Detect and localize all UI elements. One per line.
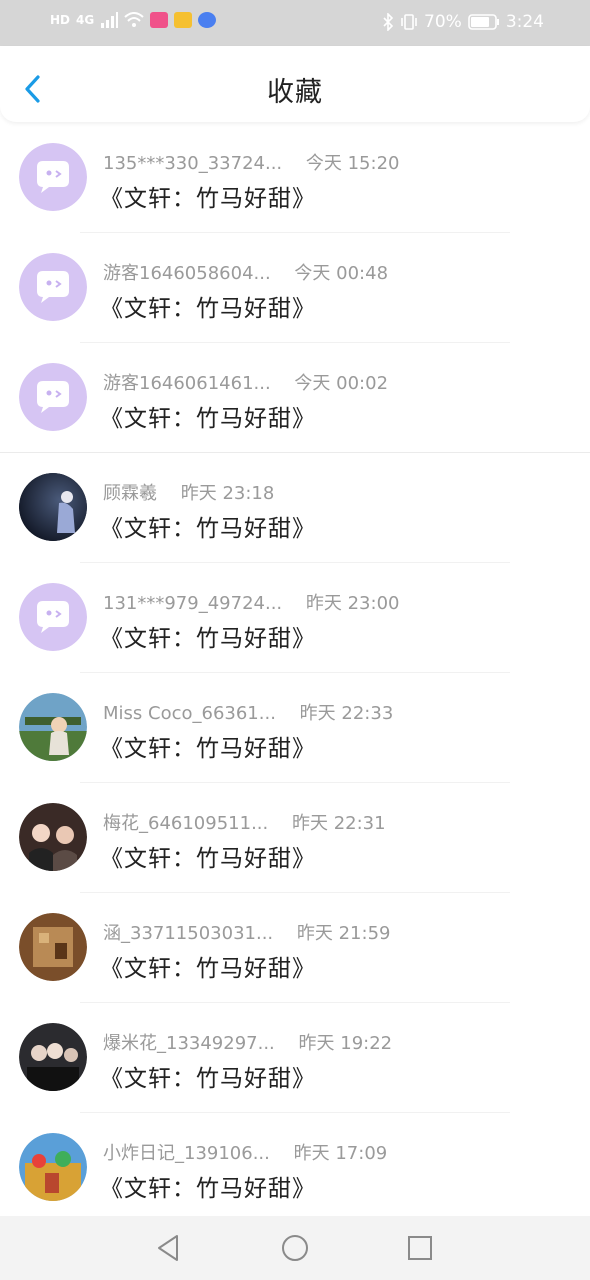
list-item[interactable]: 131***979_49724... 昨天 23:00 《文轩：竹马好甜》 [0, 563, 590, 673]
status-bar: HD 4G 70% 3:24 [0, 0, 590, 46]
work-title: 《文轩：竹马好甜》 [100, 186, 316, 212]
timestamp: 昨天 22:31 [291, 813, 386, 834]
work-title: 《文轩：竹马好甜》 [100, 846, 316, 872]
header: 收藏 [0, 46, 590, 122]
hd-indicator: HD [50, 13, 71, 27]
item-meta: 爆米花_13349297... 昨天 19:22 [103, 1029, 392, 1055]
item-meta: 涵_33711503031... 昨天 21:59 [103, 919, 390, 945]
timestamp: 今天 00:48 [294, 263, 389, 284]
list-item[interactable]: 135***330_33724... 今天 15:20 《文轩：竹马好甜》 [0, 123, 590, 233]
network-type: 4G [76, 13, 95, 27]
list-item[interactable]: 爆米花_13349297... 昨天 19:22 《文轩：竹马好甜》 [0, 1003, 590, 1113]
username: 游客1646058604... [103, 263, 271, 284]
bluetooth-icon [383, 13, 394, 31]
username: Miss Coco_66361... [103, 703, 276, 724]
signal-icon [101, 12, 119, 28]
timestamp: 昨天 23:00 [305, 593, 400, 614]
avatar[interactable] [19, 1023, 87, 1091]
timestamp: 今天 15:20 [305, 153, 400, 174]
item-meta: 135***330_33724... 今天 15:20 [103, 149, 399, 175]
page-title: 收藏 [267, 77, 323, 108]
vibrate-icon [401, 14, 417, 30]
username: 游客1646061461... [103, 373, 271, 394]
timestamp: 昨天 19:22 [298, 1033, 393, 1054]
username: 涵_33711503031... [103, 923, 274, 944]
item-meta: 小炸日记_139106... 昨天 17:09 [103, 1139, 387, 1165]
music-icon [198, 12, 217, 28]
username: 135***330_33724... [103, 153, 283, 174]
work-title: 《文轩：竹马好甜》 [100, 736, 316, 762]
avatar[interactable] [19, 913, 87, 981]
battery-percent: 70% [424, 12, 462, 32]
item-meta: 游客1646061461... 今天 00:02 [103, 369, 388, 395]
username: 顾霖羲 [103, 483, 157, 504]
app-notification-icon [174, 12, 193, 28]
circle-home-icon[interactable] [279, 1232, 311, 1264]
list-item[interactable]: Miss Coco_66361... 昨天 22:33 《文轩：竹马好甜》 [0, 673, 590, 783]
work-title: 《文轩：竹马好甜》 [100, 296, 316, 322]
app-notification-icon [150, 12, 169, 28]
avatar[interactable] [19, 583, 87, 651]
timestamp: 昨天 17:09 [293, 1143, 388, 1164]
timestamp: 今天 00:02 [294, 373, 389, 394]
list-item[interactable]: 顾霖羲 昨天 23:18 《文轩：竹马好甜》 [0, 453, 590, 563]
avatar[interactable] [19, 803, 87, 871]
list-item[interactable]: 涵_33711503031... 昨天 21:59 《文轩：竹马好甜》 [0, 893, 590, 1003]
clock: 3:24 [505, 12, 544, 32]
timestamp: 昨天 23:18 [180, 483, 275, 504]
username: 小炸日记_139106... [103, 1143, 270, 1164]
item-meta: 游客1646058604... 今天 00:48 [103, 259, 388, 285]
username: 131***979_49724... [103, 593, 283, 614]
square-recents-icon[interactable] [404, 1232, 436, 1264]
battery-icon [468, 14, 499, 30]
work-title: 《文轩：竹马好甜》 [100, 1066, 316, 1092]
avatar[interactable] [19, 693, 87, 761]
avatar[interactable] [19, 363, 87, 431]
work-title: 《文轩：竹马好甜》 [100, 956, 316, 982]
avatar[interactable] [19, 473, 87, 541]
timestamp: 昨天 22:33 [299, 703, 394, 724]
work-title: 《文轩：竹马好甜》 [100, 516, 316, 542]
list-item[interactable]: 游客1646058604... 今天 00:48 《文轩：竹马好甜》 [0, 233, 590, 343]
item-meta: Miss Coco_66361... 昨天 22:33 [103, 699, 393, 725]
work-title: 《文轩：竹马好甜》 [100, 1176, 316, 1202]
avatar[interactable] [19, 253, 87, 321]
status-left: HD 4G [50, 12, 217, 28]
work-title: 《文轩：竹马好甜》 [100, 406, 316, 432]
triangle-back-icon[interactable] [153, 1232, 185, 1264]
work-title: 《文轩：竹马好甜》 [100, 626, 316, 652]
list-item[interactable]: 游客1646061461... 今天 00:02 《文轩：竹马好甜》 [0, 343, 590, 453]
list-item[interactable]: 梅花_646109511... 昨天 22:31 《文轩：竹马好甜》 [0, 783, 590, 893]
username: 梅花_646109511... [103, 813, 269, 834]
timestamp: 昨天 21:59 [296, 923, 391, 944]
item-meta: 梅花_646109511... 昨天 22:31 [103, 809, 386, 835]
wifi-icon [124, 12, 144, 27]
list-item[interactable]: 小炸日记_139106... 昨天 17:09 《文轩：竹马好甜》 [0, 1113, 590, 1223]
favorites-list: 135***330_33724... 今天 15:20 《文轩：竹马好甜》 游客… [0, 123, 590, 1223]
item-meta: 131***979_49724... 昨天 23:00 [103, 589, 399, 615]
avatar[interactable] [19, 1133, 87, 1201]
status-right: 70% 3:24 [382, 12, 544, 32]
system-nav-bar [0, 1216, 590, 1280]
username: 爆米花_13349297... [103, 1033, 275, 1054]
item-meta: 顾霖羲 昨天 23:18 [103, 479, 274, 505]
avatar[interactable] [19, 143, 87, 211]
